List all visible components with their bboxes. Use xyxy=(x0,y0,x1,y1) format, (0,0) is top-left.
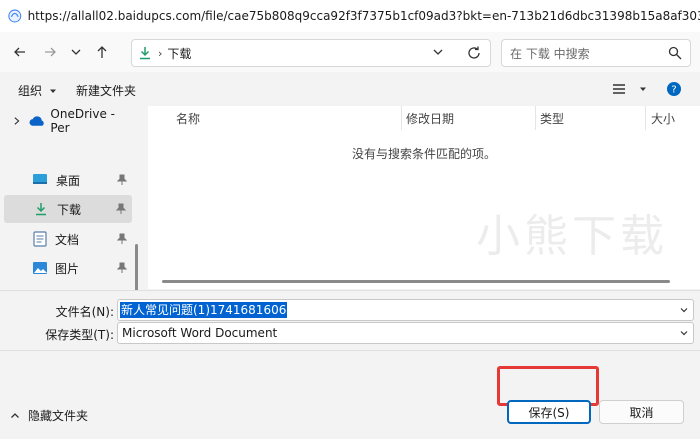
filetype-select[interactable]: Microsoft Word Document xyxy=(117,322,694,344)
empty-message: 没有与搜索条件匹配的项。 xyxy=(351,147,496,161)
download-folder-icon xyxy=(140,47,150,60)
hide-folders-label: 隐藏文件夹 xyxy=(28,409,89,423)
arrow-right-icon xyxy=(45,47,56,57)
back-button[interactable] xyxy=(6,38,34,66)
filetype-label: 保存类型(T): xyxy=(45,328,114,342)
navigation-bar: › 下载 在 下载 中搜索 xyxy=(0,32,700,72)
column-header-type[interactable]: 类型 xyxy=(540,110,564,127)
column-header-modified[interactable]: 修改日期 xyxy=(406,110,454,127)
new-folder-label: 新建文件夹 xyxy=(76,84,137,98)
breadcrumb-current[interactable]: 下载 xyxy=(167,45,191,62)
new-folder-button[interactable]: 新建文件夹 xyxy=(76,82,136,99)
address-bar[interactable]: › 下载 xyxy=(131,39,491,67)
navigation-scrollbar[interactable] xyxy=(135,244,138,292)
organize-menu-button[interactable]: 组织 xyxy=(18,82,58,99)
pin-icon xyxy=(117,233,127,244)
filename-input[interactable]: 新人常见问题(1)1741681606 xyxy=(117,299,694,321)
download-folder-icon xyxy=(36,203,46,216)
chevron-down-icon[interactable] xyxy=(679,305,689,315)
pin-icon xyxy=(116,203,126,214)
window-url: https://allall02.baidupcs.com/file/cae75… xyxy=(27,9,700,23)
navigation-pane: OneDrive - Per 桌面 下载 文档 图片 xyxy=(0,106,143,292)
address-dropdown-icon[interactable] xyxy=(432,46,444,58)
chevron-right-icon[interactable] xyxy=(12,116,21,126)
save-fields: 文件名(N): 新人常见问题(1)1741681606 保存类型(T): Mic… xyxy=(0,290,700,350)
sidebar-item-label: OneDrive - Per xyxy=(50,107,115,135)
watermark: 小熊下载 xyxy=(476,211,668,262)
sidebar-item-pictures[interactable]: 图片 xyxy=(0,254,133,282)
organize-label: 组织 xyxy=(18,84,43,98)
sidebar-item-desktop[interactable]: 桌面 xyxy=(0,166,133,194)
column-divider[interactable] xyxy=(645,106,646,130)
sidebar-item-label: 桌面 xyxy=(56,173,81,188)
hide-folders-button[interactable]: 隐藏文件夹 xyxy=(10,407,88,424)
save-button[interactable]: 保存(S) xyxy=(507,400,591,424)
command-bar: 组织 新建文件夹 ? xyxy=(0,72,700,106)
onedrive-cloud-icon xyxy=(29,116,45,126)
sidebar-item-label: 图片 xyxy=(55,261,80,276)
file-list[interactable]: 名称 修改日期 类型 大小 没有与搜索条件匹配的项。 小熊下载 xyxy=(148,106,700,289)
breadcrumb-separator: › xyxy=(158,46,163,60)
filetype-value: Microsoft Word Document xyxy=(122,326,278,340)
column-header-name[interactable]: 名称 xyxy=(176,110,200,127)
arrow-left-icon xyxy=(14,47,25,57)
column-divider[interactable] xyxy=(401,106,402,130)
sidebar-item-onedrive[interactable]: OneDrive - Per xyxy=(0,107,133,135)
sidebar-item-documents[interactable]: 文档 xyxy=(0,225,133,253)
view-options[interactable]: ? xyxy=(612,81,682,97)
document-icon xyxy=(33,231,47,247)
pin-icon xyxy=(117,262,127,273)
forward-button[interactable] xyxy=(36,38,64,66)
refresh-icon[interactable] xyxy=(466,45,482,61)
dialog-footer: 隐藏文件夹 保存(S) 取消 xyxy=(0,350,700,439)
picture-icon xyxy=(33,262,47,274)
horizontal-scrollbar[interactable] xyxy=(162,280,670,283)
list-view-icon[interactable] xyxy=(612,82,626,96)
chevron-down-icon xyxy=(71,49,81,55)
caret-down-icon xyxy=(50,89,57,93)
up-button[interactable] xyxy=(88,38,116,66)
sidebar-item-label: 文档 xyxy=(55,232,80,247)
sidebar-item-label: 下载 xyxy=(57,202,82,217)
svg-text:?: ? xyxy=(671,85,676,96)
desktop-icon xyxy=(33,174,47,184)
search-box[interactable]: 在 下载 中搜索 xyxy=(501,39,691,67)
filename-label: 文件名(N): xyxy=(55,305,114,319)
baidu-netdisk-icon xyxy=(8,9,22,23)
column-divider[interactable] xyxy=(535,106,536,130)
arrow-up-icon xyxy=(97,46,107,58)
cancel-button[interactable]: 取消 xyxy=(599,400,684,424)
help-icon[interactable]: ? xyxy=(666,81,682,97)
column-header-size[interactable]: 大小 xyxy=(651,110,675,127)
search-icon xyxy=(668,46,682,60)
filename-value: 新人常见问题(1)1741681606 xyxy=(120,302,288,318)
chevron-up-icon xyxy=(11,412,19,418)
chevron-down-icon[interactable] xyxy=(679,328,689,338)
pin-icon xyxy=(117,174,127,185)
recent-locations-button[interactable] xyxy=(66,38,86,66)
search-placeholder: 在 下载 中搜索 xyxy=(510,46,590,61)
caret-down-icon[interactable] xyxy=(638,84,648,94)
title-bar: https://allall02.baidupcs.com/file/cae75… xyxy=(0,0,700,32)
sidebar-item-downloads[interactable]: 下载 xyxy=(4,195,132,223)
